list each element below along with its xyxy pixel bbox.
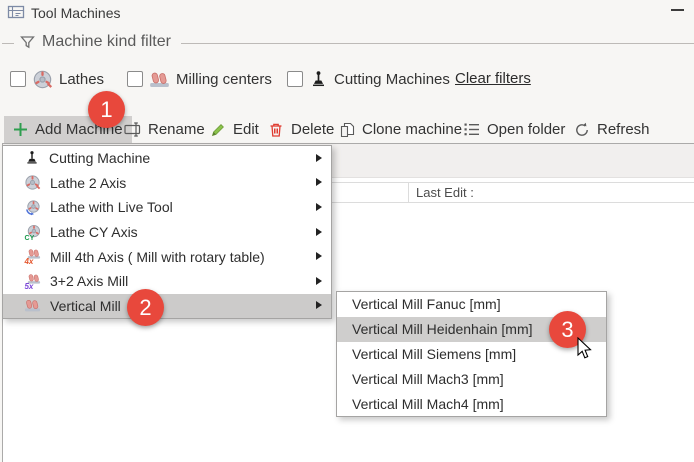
menu-item-label: Lathe with Live Tool <box>50 199 173 215</box>
plus-icon <box>13 122 28 137</box>
submenu-arrow-icon <box>316 154 322 162</box>
lathe-icon <box>32 69 53 90</box>
submenu-arrow-icon <box>316 178 322 186</box>
toolbar-button-label: Refresh <box>597 121 650 138</box>
5x-axis-text: 5x <box>24 282 33 290</box>
menu-item-lathe-with-live-tool[interactable]: Lathe with Live Tool <box>3 195 331 220</box>
submenu-item-label: Vertical Mill Mach3 [mm] <box>352 371 504 387</box>
toolbar-button-label: Clone machine <box>362 121 462 138</box>
add-machine-menu: Cutting Machine Lathe 2 Axis Lathe with … <box>2 145 332 319</box>
delete-trash-icon <box>268 122 284 138</box>
cutting-machine-icon <box>24 150 40 166</box>
filter-funnel-icon <box>20 35 35 50</box>
toolbar-button-label: Edit <box>233 121 259 138</box>
submenu-arrow-icon <box>316 277 322 285</box>
checkbox-label: Milling centers <box>176 71 272 88</box>
lathe-live-tool-icon <box>24 199 41 216</box>
submenu-item-label: Vertical Mill Mach4 [mm] <box>352 396 504 412</box>
lathes-checkbox-box[interactable] <box>10 71 26 87</box>
window-title: Tool Machines <box>31 5 121 21</box>
lathe-icon <box>24 174 41 191</box>
toolbar-button-label: Delete <box>291 121 334 138</box>
menu-item-label: Lathe CY Axis <box>50 224 138 240</box>
submenu-arrow-icon <box>316 252 322 260</box>
submenu-item-mach4[interactable]: Vertical Mill Mach4 [mm] <box>337 391 606 416</box>
vertical-mill-icon <box>24 297 41 314</box>
rename-icon <box>124 121 141 138</box>
clear-filters-link[interactable]: Clear filters <box>455 70 531 87</box>
checkbox-cutting-machines[interactable]: Cutting Machines <box>287 66 450 92</box>
submenu-arrow-icon <box>316 228 322 236</box>
step-badge-1: 1 <box>88 91 125 128</box>
mill-4th-axis-icon: 4x <box>24 248 41 265</box>
menu-item-3plus2-axis-mill[interactable]: 5x 3+2 Axis Mill <box>3 269 331 294</box>
cy-axis-text: CY <box>24 234 34 241</box>
menu-item-lathe-2-axis[interactable]: Lathe 2 Axis <box>3 171 331 196</box>
menu-item-label: Mill 4th Axis ( Mill with rotary table) <box>50 249 265 265</box>
toolbar-button-label: Rename <box>148 121 205 138</box>
rename-button[interactable]: Rename <box>115 116 214 143</box>
milling-center-icon <box>149 69 170 90</box>
filter-group-header: Machine kind filter <box>14 33 181 51</box>
submenu-item-label: Vertical Mill Heidenhain [mm] <box>352 321 533 337</box>
tool-machines-app-icon <box>7 3 25 21</box>
menu-item-label: 3+2 Axis Mill <box>50 273 128 289</box>
menu-item-vertical-mill[interactable]: Vertical Mill <box>3 294 331 319</box>
mill-3plus2-icon: 5x <box>24 273 41 290</box>
cutting-machines-checkbox-box[interactable] <box>287 71 303 87</box>
step-badge-2: 2 <box>127 289 164 326</box>
checkbox-label: Lathes <box>59 71 104 88</box>
menu-item-label: Lathe 2 Axis <box>50 175 126 191</box>
edit-pencil-icon <box>210 122 226 138</box>
open-folder-list-icon <box>463 121 480 138</box>
menu-item-label: Cutting Machine <box>49 150 150 166</box>
vertical-mill-submenu: Vertical Mill Fanuc [mm] Vertical Mill H… <box>336 291 607 417</box>
refresh-button[interactable]: Refresh <box>565 116 659 143</box>
lathe-cy-icon: CY <box>24 224 41 241</box>
minimize-icon <box>671 9 684 11</box>
submenu-arrow-icon <box>316 203 322 211</box>
cutting-machine-icon <box>309 70 328 89</box>
open-folder-button[interactable]: Open folder <box>454 116 574 143</box>
column-header-last-edit[interactable]: Last Edit : <box>409 185 474 200</box>
submenu-item-label: Vertical Mill Siemens [mm] <box>352 346 516 362</box>
submenu-item-mach3[interactable]: Vertical Mill Mach3 [mm] <box>337 366 606 391</box>
checkbox-label: Cutting Machines <box>334 71 450 88</box>
menu-item-label: Vertical Mill <box>50 298 121 314</box>
4x-axis-text: 4x <box>24 257 34 265</box>
title-bar: Tool Machines <box>0 0 694 26</box>
refresh-icon <box>574 122 590 138</box>
edit-button[interactable]: Edit <box>201 116 268 143</box>
submenu-arrow-icon <box>316 301 322 309</box>
menu-item-lathe-cy-axis[interactable]: CY Lathe CY Axis <box>3 220 331 245</box>
submenu-item-label: Vertical Mill Fanuc [mm] <box>352 296 501 312</box>
filter-group-title: Machine kind filter <box>42 33 171 51</box>
toolbar-button-label: Open folder <box>487 121 565 138</box>
milling-centers-checkbox-box[interactable] <box>127 71 143 87</box>
clone-copy-icon <box>339 122 355 138</box>
menu-item-cutting-machine[interactable]: Cutting Machine <box>3 146 331 171</box>
clone-machine-button[interactable]: Clone machine <box>330 116 471 143</box>
checkbox-milling-centers[interactable]: Milling centers <box>127 66 272 92</box>
checkbox-lathes[interactable]: Lathes <box>10 66 104 92</box>
mouse-cursor-icon <box>577 337 594 361</box>
minimize-button[interactable] <box>666 2 688 18</box>
menu-item-mill-4th-axis[interactable]: 4x Mill 4th Axis ( Mill with rotary tabl… <box>3 244 331 269</box>
